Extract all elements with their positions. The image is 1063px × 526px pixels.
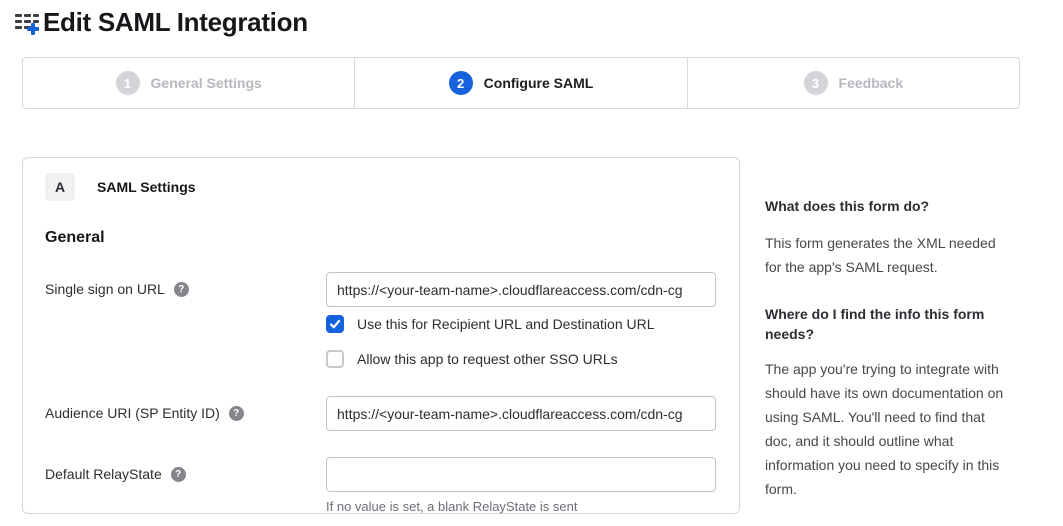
recipient-url-checkbox-label[interactable]: Use this for Recipient URL and Destinati…	[357, 316, 655, 332]
saml-settings-panel: A SAML Settings General Single sign on U…	[22, 157, 740, 514]
page-title: Edit SAML Integration	[43, 7, 308, 38]
relaystate-helper-text: If no value is set, a blank RelayState i…	[326, 499, 717, 514]
step-feedback[interactable]: 3 Feedback	[688, 58, 1019, 108]
audience-uri-input[interactable]	[326, 396, 716, 431]
field-label-col: Default RelayState ?	[45, 457, 326, 514]
recipient-url-checkbox[interactable]	[326, 315, 344, 333]
field-control-col: Use this for Recipient URL and Destinati…	[326, 272, 717, 368]
recipient-url-checkbox-row: Use this for Recipient URL and Destinati…	[326, 315, 717, 333]
help-icon[interactable]: ?	[171, 467, 186, 482]
help-icon[interactable]: ?	[229, 406, 244, 421]
other-sso-checkbox[interactable]	[326, 350, 344, 368]
field-row-default-relaystate: Default RelayState ? If no value is set,…	[45, 457, 717, 514]
help-heading-where: Where do I find the info this form needs…	[765, 304, 1015, 344]
default-relaystate-input[interactable]	[326, 457, 716, 492]
step-label: Configure SAML	[484, 75, 594, 91]
section-letter-badge: A	[45, 173, 75, 201]
field-control-col: If no value is set, a blank RelayState i…	[326, 457, 717, 514]
help-icon[interactable]: ?	[174, 282, 189, 297]
panel-header: A SAML Settings	[45, 173, 717, 201]
app-add-icon	[14, 10, 40, 36]
page-header: Edit SAML Integration	[0, 0, 1063, 38]
default-relaystate-label: Default RelayState	[45, 466, 162, 482]
field-label-col: Single sign on URL ?	[45, 272, 326, 368]
field-row-single-sign-on-url: Single sign on URL ? Use this for Recipi…	[45, 272, 717, 368]
step-label: General Settings	[151, 75, 262, 91]
step-number-badge: 2	[449, 71, 473, 95]
wizard-stepper: 1 General Settings 2 Configure SAML 3 Fe…	[22, 57, 1020, 109]
field-control-col	[326, 396, 717, 431]
step-label: Feedback	[839, 75, 904, 91]
section-title: SAML Settings	[97, 179, 196, 195]
other-sso-checkbox-row: Allow this app to request other SSO URLs	[326, 350, 717, 368]
help-body-what: This form generates the XML needed for t…	[765, 231, 1015, 279]
single-sign-on-url-input[interactable]	[326, 272, 716, 307]
step-number-badge: 3	[804, 71, 828, 95]
group-title-general: General	[45, 229, 717, 247]
help-heading-what: What does this form do?	[765, 196, 1015, 216]
other-sso-checkbox-label[interactable]: Allow this app to request other SSO URLs	[357, 351, 618, 367]
audience-uri-label: Audience URI (SP Entity ID)	[45, 405, 220, 421]
help-sidebar: What does this form do? This form genera…	[765, 196, 1015, 526]
step-configure-saml[interactable]: 2 Configure SAML	[355, 58, 687, 108]
field-row-audience-uri: Audience URI (SP Entity ID) ?	[45, 396, 717, 431]
single-sign-on-url-label: Single sign on URL	[45, 281, 165, 297]
step-number-badge: 1	[116, 71, 140, 95]
step-general-settings[interactable]: 1 General Settings	[23, 58, 355, 108]
field-label-col: Audience URI (SP Entity ID) ?	[45, 396, 326, 431]
help-body-where: The app you're trying to integrate with …	[765, 357, 1015, 501]
